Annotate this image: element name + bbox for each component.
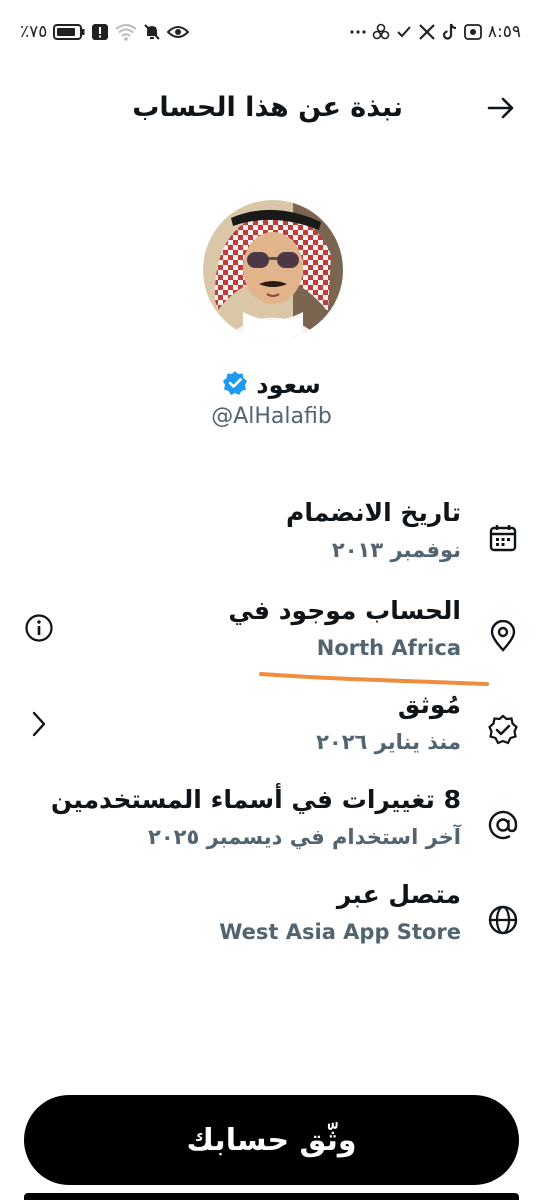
globe-icon [485,902,521,938]
eye-icon [167,24,190,40]
info-row-location: الحساب موجود في North Africa [21,596,521,676]
battery-percent: ٪٧٥ [20,22,48,42]
info-circle-icon [25,614,53,642]
info-row-joined: تاريخ الانضمام نوفمبر ٢٠١٣ [21,498,521,578]
info-row-connected-via: متصل عبر West Asia App Store [21,880,521,960]
location-pin-icon [485,618,521,654]
battery-icon [53,23,85,41]
info-row-verified[interactable]: مُوثق منذ يناير ٢٠٢٦ [21,690,521,770]
verified-since: منذ يناير ٢٠٢٦ [316,730,461,754]
tiktok-icon [442,23,458,41]
media-icon [463,23,482,41]
display-name: سعود [256,371,321,399]
back-button[interactable] [483,90,519,126]
location-value: North Africa [316,636,461,660]
status-time: ٨:٥٩ [487,22,521,42]
app-icon [372,23,390,41]
username-handle: @AlHalafib [211,404,332,429]
verify-account-button[interactable]: وثّق حسابك [24,1095,519,1185]
connected-via-title: متصل عبر [336,880,461,909]
chevron-right-icon [32,711,46,737]
wifi-icon [115,23,138,41]
status-right: ٨:٥٩ [350,22,521,42]
next-button-edge [24,1193,519,1200]
header: نبذة عن هذا الحساب [0,80,543,136]
info-row-username-changes: 8 تغييرات في أسماء المستخدمين آخر استخدا… [21,785,521,865]
verified-title: مُوثق [397,690,461,719]
verified-badge-icon [222,370,248,400]
status-left: ٪٧٥ [20,22,190,42]
arrow-right-icon [487,97,514,119]
connected-via-value: West Asia App Store [219,920,461,944]
alert-icon [91,23,109,41]
joined-title: تاريخ الانضمام [286,498,461,527]
page-title: نبذة عن هذا الحساب [132,92,403,123]
check-icon [396,25,412,39]
verified-badge-icon [485,712,521,748]
avatar [203,200,343,340]
joined-date: نوفمبر ٢٠١٣ [331,538,461,562]
at-sign-icon [485,807,521,843]
calendar-icon [485,520,521,556]
display-name-row: سعود [0,370,543,400]
username-changes-last: آخر استخدام في ديسمبر ٢٠٢٥ [148,825,461,849]
status-bar: ٪٧٥ ٨:٥٩ [0,0,543,66]
more-dots-icon [350,29,366,35]
annotation-underline [259,672,489,686]
username-changes-title: 8 تغييرات في أسماء المستخدمين [50,785,461,814]
info-button[interactable] [21,610,57,646]
x-logo-icon [418,23,436,41]
mute-icon [143,23,161,41]
location-title: الحساب موجود في [228,596,461,625]
verified-details-chevron[interactable] [21,706,57,742]
